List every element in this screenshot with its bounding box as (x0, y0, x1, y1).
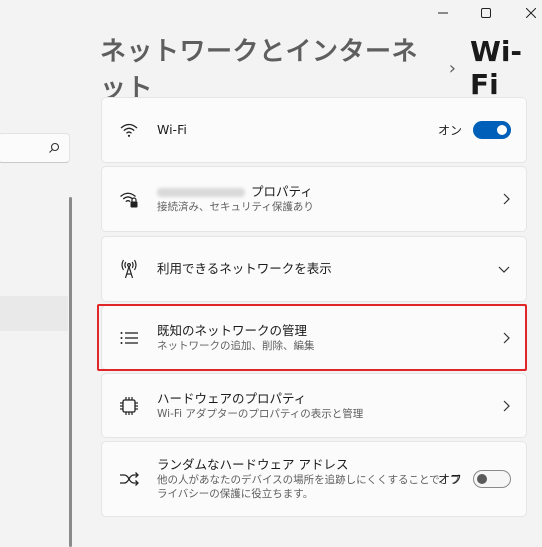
nav-scrollbar[interactable] (69, 197, 72, 547)
available-networks-text: 利用できるネットワークを表示 (157, 261, 332, 277)
chip-icon (119, 396, 139, 416)
available-networks-title: 利用できるネットワークを表示 (157, 261, 332, 276)
random-address-subtitle-line1: 他の人があなたのデバイスの場所を追跡しにくくすることで、プ (157, 474, 461, 486)
toggle-knob (497, 125, 507, 135)
minimize-button[interactable] (420, 0, 466, 26)
hardware-properties-text: ハードウェアのプロパティ Wi-Fi アダプターのプロパティの表示と管理 (157, 391, 363, 421)
antenna-icon (119, 259, 139, 279)
wifi-toggle-switch[interactable] (473, 121, 511, 139)
available-networks-card[interactable]: 利用できるネットワークを表示 (101, 236, 527, 302)
wifi-lock-icon (119, 189, 139, 209)
hardware-properties-title: ハードウェアのプロパティ (157, 390, 307, 406)
wifi-toggle-card[interactable]: Wi-Fi オン (101, 97, 527, 163)
toggle-knob (477, 474, 487, 484)
wifi-toggle-label: オン (437, 123, 462, 138)
wifi-text: Wi-Fi (157, 122, 187, 138)
search-icon (49, 142, 60, 153)
random-address-toggle-switch[interactable] (473, 470, 511, 488)
close-button[interactable] (508, 0, 542, 26)
breadcrumb: ネットワークとインターネット › Wi-Fi (100, 35, 542, 104)
chevron-right-icon (503, 400, 510, 411)
minimize-icon (438, 12, 448, 14)
hardware-properties-subtitle: Wi-Fi アダプターのプロパティの表示と管理 (157, 407, 364, 420)
breadcrumb-parent[interactable]: ネットワークとインターネット (100, 31, 431, 105)
maximize-icon (481, 8, 491, 18)
settings-search-input[interactable] (0, 133, 70, 163)
properties-title: プロパティ (251, 184, 313, 199)
random-address-toggle-label: オフ (437, 472, 462, 487)
wifi-title: Wi-Fi (157, 122, 187, 137)
network-properties-card[interactable]: プロパティ 接続済み、セキュリティ保護あり (101, 166, 527, 232)
close-icon (526, 8, 536, 18)
random-address-title: ランダムなハードウェア アドレス (157, 457, 349, 472)
properties-subtitle: 接続済み、セキュリティ保護あり (157, 201, 314, 213)
maximize-button[interactable] (463, 0, 509, 26)
shuffle-icon (119, 469, 139, 489)
hardware-properties-card[interactable]: ハードウェアのプロパティ Wi-Fi アダプターのプロパティの表示と管理 (101, 373, 527, 438)
properties-text: プロパティ 接続済み、セキュリティ保護あり (157, 184, 314, 214)
network-name-redacted (157, 188, 245, 197)
highlight-box (97, 304, 527, 371)
breadcrumb-separator: › (448, 57, 456, 79)
random-hardware-address-card[interactable]: ランダムなハードウェア アドレス 他の人があなたのデバイスの場所を追跡しにくくす… (101, 441, 527, 517)
random-address-text: ランダムなハードウェア アドレス 他の人があなたのデバイスの場所を追跡しにくくす… (157, 457, 460, 501)
chevron-down-icon (498, 266, 510, 273)
nav-selected-item[interactable] (0, 296, 68, 331)
page-title: Wi-Fi (469, 35, 523, 101)
chevron-right-icon (503, 193, 510, 205)
wifi-icon (119, 120, 139, 140)
random-address-subtitle-line2: ライバシーの保護に役立ちます。 (157, 488, 314, 500)
